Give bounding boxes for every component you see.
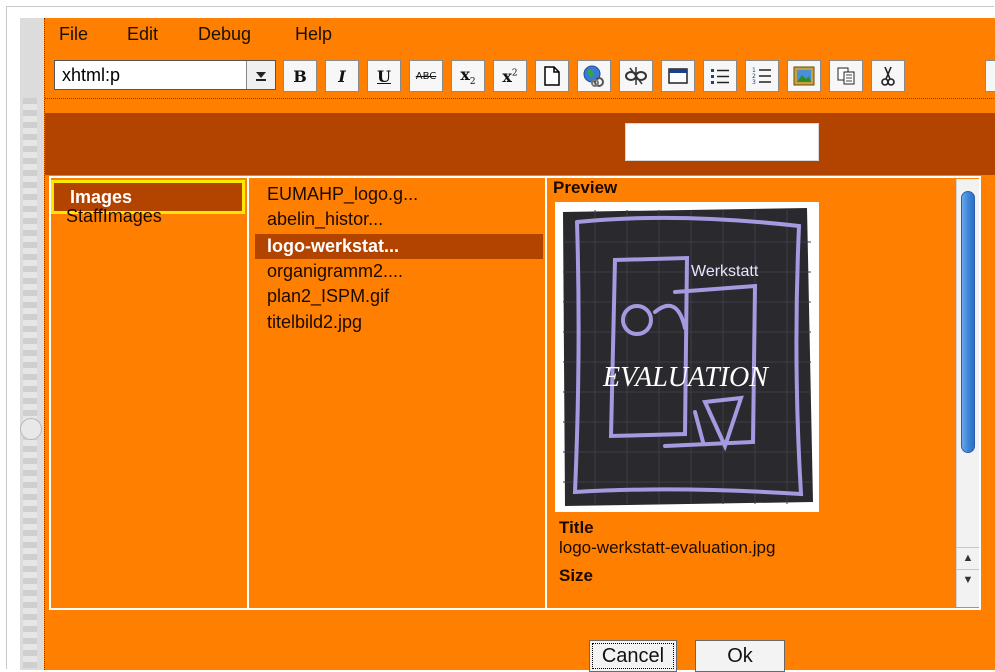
cut-icon [881,66,895,86]
superscript-button[interactable]: x2 [493,60,527,92]
strikethrough-button[interactable]: ABC [409,60,443,92]
chevron-down-icon[interactable] [246,61,275,89]
preview-image-title: EVALUATION [602,362,769,393]
file-item-selected[interactable]: logo-werkstat... [255,234,543,259]
category-item-staffimages[interactable]: StaffImages [66,206,162,227]
bullet-list-button[interactable] [703,60,737,92]
preview-image-text: Werkstatt [691,263,759,280]
insert-image-icon [793,66,815,86]
file-item[interactable]: EUMAHP_logo.g... [267,184,418,205]
editor-frame: File Edit Debug Help xhtml:p B I U ABC x… [44,18,995,672]
title-label: Title [559,518,594,537]
unlink-icon [625,67,647,85]
cut-button[interactable] [871,60,905,92]
menu-bar: File Edit Debug Help [45,18,995,52]
file-item[interactable]: abelin_histor... [267,209,383,230]
superscript-icon: x2 [502,66,518,86]
preview-scrollbar[interactable]: ▲ ▼ [956,179,979,607]
italic-icon: I [338,66,346,86]
menu-file[interactable]: File [59,24,88,45]
pane-divider [545,178,547,608]
underline-button[interactable]: U [367,60,401,92]
cancel-button[interactable]: Cancel [589,640,677,672]
numbered-list-icon: 123 [752,67,771,86]
left-gutter [20,18,44,670]
insert-link-button[interactable] [577,60,611,92]
bold-icon: B [293,66,307,86]
file-item[interactable]: organigramm2.... [267,261,403,282]
dialog-header [45,113,995,175]
numbered-list-button[interactable]: 123 [745,60,779,92]
ok-button[interactable]: Ok [695,640,785,672]
toolbar-overflow-button[interactable] [985,60,995,92]
italic-button[interactable]: I [325,60,359,92]
scroll-up-icon[interactable]: ▲ [957,547,979,568]
unlink-button[interactable] [619,60,653,92]
strikethrough-icon: ABC [415,70,437,82]
table-button[interactable] [661,60,695,92]
toolbar-divider [45,98,995,100]
table-icon [668,68,688,84]
pane-divider [247,178,249,608]
copy-icon [837,67,855,85]
bold-button[interactable]: B [283,60,317,92]
insert-image-button[interactable] [787,60,821,92]
copy-button[interactable] [829,60,863,92]
toolbar: xhtml:p B I U ABC x2 x2 123 [45,56,995,96]
new-document-icon [544,66,560,86]
menu-edit[interactable]: Edit [127,24,158,45]
underline-icon: U [377,66,391,86]
preview-label: Preview [553,178,618,197]
file-item[interactable]: titelbild2.jpg [267,312,362,333]
format-select[interactable]: xhtml:p [54,60,276,90]
bullet-list-icon [711,69,729,84]
globe-link-icon [583,65,604,87]
file-item[interactable]: plan2_ISPM.gif [267,286,389,307]
svg-text:3: 3 [752,79,756,86]
menu-debug[interactable]: Debug [198,24,251,45]
subscript-icon: x2 [460,64,476,88]
image-browser-dialog: Images StaffImages EUMAHP_logo.g... abel… [45,113,995,672]
title-value: logo-werkstatt-evaluation.jpg [559,538,776,557]
size-label: Size [559,566,594,585]
subscript-button[interactable]: x2 [451,60,485,92]
scroll-down-icon[interactable]: ▼ [957,569,979,590]
new-document-button[interactable] [535,60,569,92]
preview-image: Werkstatt EVALUATION [555,202,819,512]
menu-help[interactable]: Help [295,24,332,45]
browser-panes: Images StaffImages EUMAHP_logo.g... abel… [49,176,981,610]
scrollbar-thumb[interactable] [961,191,975,453]
format-select-value: xhtml:p [62,65,121,85]
filter-input[interactable] [625,123,819,161]
